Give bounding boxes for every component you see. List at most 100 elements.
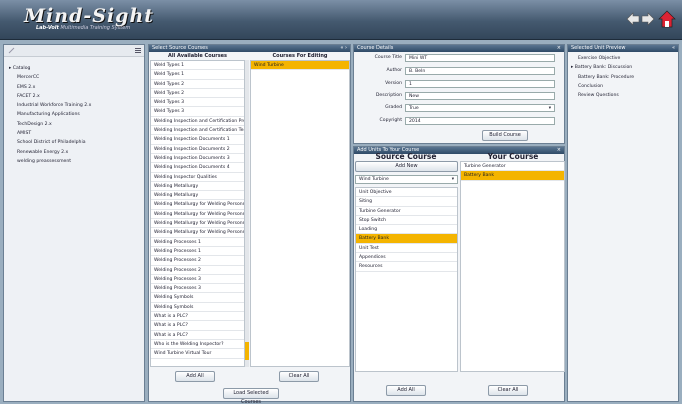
list-item[interactable]: Weld Types 2 [151, 89, 244, 99]
description-input[interactable]: New [405, 92, 555, 100]
list-item[interactable]: Weld Types 1 [151, 70, 244, 80]
editing-courses-list: Wind Turbine [250, 60, 350, 367]
preview-item[interactable]: Review Questions [568, 91, 678, 100]
collapse-icon[interactable]: « › [340, 45, 347, 52]
list-item[interactable]: Weld Types 2 [151, 80, 244, 89]
catalog-item[interactable]: Renewable Energy 2.x [4, 148, 144, 157]
catalog-item[interactable]: EMS 2.x [4, 83, 144, 92]
list-item[interactable]: Wind Turbine [251, 61, 349, 71]
build-course-button[interactable]: Build Course [482, 130, 528, 141]
preview-item[interactable]: Battery Bank: Procedure [568, 73, 678, 82]
list-item[interactable]: Siting [356, 197, 457, 207]
list-item[interactable]: Loading [356, 225, 457, 235]
scroll-thumb[interactable] [245, 342, 249, 360]
preview-item[interactable]: ▸ Battery Bank: Discussion [568, 63, 678, 72]
list-item[interactable]: Welding Metallurgy for Welding Personn [151, 210, 244, 220]
list-item[interactable]: Welding Metallurgy for Welding Personn [151, 228, 244, 238]
list-item[interactable]: What is a PLC? [151, 321, 244, 331]
list-item[interactable]: Turbine Generator [461, 162, 564, 172]
clear-all-units-button[interactable]: Clear All [488, 385, 528, 396]
list-item[interactable]: Welding Inspection Documents 4 [151, 163, 244, 173]
catalog-item[interactable]: TechDesign 2.x [4, 120, 144, 129]
list-item[interactable]: Welding Inspection and Certification Pre [151, 117, 244, 127]
clear-all-button[interactable]: Clear All [279, 371, 319, 382]
catalog-item[interactable]: Industrial Workforce Training 2.x [4, 101, 144, 110]
your-units-list: Turbine Generator Battery Bank [460, 161, 565, 372]
panel-title: Selected Unit Preview [571, 45, 626, 51]
preview-item[interactable]: Conclusion [568, 82, 678, 91]
list-item[interactable]: Resources [356, 262, 457, 272]
preview-list: Exercise Objective ▸ Battery Bank: Discus… [568, 54, 678, 100]
app-logo: Mind-Sight [24, 5, 155, 27]
source-course-select[interactable]: Wind Turbine ▾ [355, 175, 458, 184]
preview-item[interactable]: Exercise Objective [568, 54, 678, 63]
graded-select[interactable]: True ▾ [405, 104, 555, 112]
list-item[interactable]: Battery Bank [461, 171, 564, 181]
load-selected-courses-button[interactable]: Load Selected Courses [223, 388, 279, 404]
version-input[interactable]: 1 [405, 80, 555, 88]
list-item[interactable]: Welding Metallurgy for Welding Personn [151, 219, 244, 229]
list-item[interactable]: Weld Types 3 [151, 98, 244, 108]
catalog-root[interactable]: ▸ Catalog [4, 64, 144, 73]
chevron-down-icon: ▾ [548, 106, 551, 111]
list-item[interactable]: Welding Metallurgy for Welding Personn [151, 200, 244, 210]
col-all-courses: All Available Courses [167, 53, 228, 59]
list-item[interactable]: Unit Objective [356, 188, 457, 198]
catalog-toolbar [4, 45, 144, 57]
wrench-icon[interactable] [8, 47, 15, 54]
catalog-item[interactable]: AMIST [4, 129, 144, 138]
course-title-input[interactable]: Mini WT [405, 54, 555, 62]
arrow-left-icon[interactable] [626, 12, 640, 26]
list-item[interactable]: Welding Inspection and Certification Tes [151, 126, 244, 136]
author-input[interactable]: B. Beln [405, 67, 555, 75]
list-item[interactable]: Welding Inspection Documents 1 [151, 135, 244, 145]
catalog-item[interactable]: Manufacturing Applications [4, 110, 144, 119]
add-all-units-button[interactable]: Add All [386, 385, 426, 396]
list-item[interactable]: Stop Switch [356, 216, 457, 226]
available-courses-list: Weld Types 1 Weld Types 1 Weld Types 2 Weld… [150, 60, 245, 367]
collapse-icon[interactable]: × [557, 45, 561, 52]
list-item[interactable]: Wind Turbine Virtual Tour [151, 349, 244, 359]
catalog-item[interactable]: School District of Philadelphia [4, 138, 144, 147]
catalog-item[interactable]: welding preassessment [4, 157, 144, 166]
list-item[interactable]: Welding Symbols [151, 303, 244, 313]
available-scrollbar[interactable] [245, 60, 249, 367]
catalog-item[interactable]: MercerCC [4, 73, 144, 82]
list-item[interactable]: Welding Processes 3 [151, 275, 244, 285]
list-item[interactable]: Welding Processes 3 [151, 284, 244, 294]
list-item[interactable]: Welding Processes 1 [151, 238, 244, 247]
catalog-tree: ▸ Catalog MercerCC EMS 2.x FACET 2.x Ind… [4, 64, 144, 166]
home-icon[interactable] [658, 10, 676, 28]
list-item[interactable]: Welding Inspection Documents 3 [151, 154, 244, 164]
add-new-button[interactable]: Add New [355, 161, 458, 172]
catalog-root-label: Catalog [12, 66, 31, 71]
list-item[interactable]: Welding Inspector Qualities [151, 173, 244, 182]
list-item[interactable]: Turbine Generator [356, 207, 457, 216]
collapse-icon[interactable]: « [672, 45, 675, 52]
list-item[interactable]: Unit Test [356, 244, 457, 254]
list-item[interactable]: Welding Metallurgy [151, 182, 244, 192]
list-item[interactable]: Battery Bank [356, 234, 457, 244]
select-source-header: Select Source Courses « › [149, 45, 350, 52]
list-item[interactable]: Weld Types 3 [151, 107, 244, 117]
list-item[interactable]: Weld Types 1 [151, 61, 244, 71]
list-item[interactable]: Appendices [356, 253, 457, 263]
list-item[interactable]: Welding Processes 2 [151, 256, 244, 266]
list-item[interactable]: What is a PLC? [151, 312, 244, 322]
copyright-input[interactable]: 2014 [405, 117, 555, 125]
list-item[interactable]: Welding Processes 1 [151, 247, 244, 257]
list-item[interactable]: Welding Symbols [151, 293, 244, 303]
version-label: Version [385, 81, 402, 86]
menu-icon[interactable] [135, 48, 141, 53]
arrow-right-icon[interactable] [641, 12, 655, 26]
list-item[interactable]: What is a PLC? [151, 331, 244, 340]
list-item[interactable]: Welding Inspection Documents 2 [151, 145, 244, 154]
list-item[interactable]: Who is the Welding Inspector? [151, 340, 244, 350]
select-source-panel: Select Source Courses « › All Available C… [148, 44, 351, 404]
list-item[interactable]: Welding Processes 2 [151, 266, 244, 275]
description-label: Description [375, 93, 402, 98]
list-item[interactable]: Welding Metallurgy [151, 191, 244, 201]
author-label: Author [386, 68, 402, 73]
add-all-button[interactable]: Add All [175, 371, 215, 382]
catalog-item[interactable]: FACET 2.x [4, 92, 144, 101]
